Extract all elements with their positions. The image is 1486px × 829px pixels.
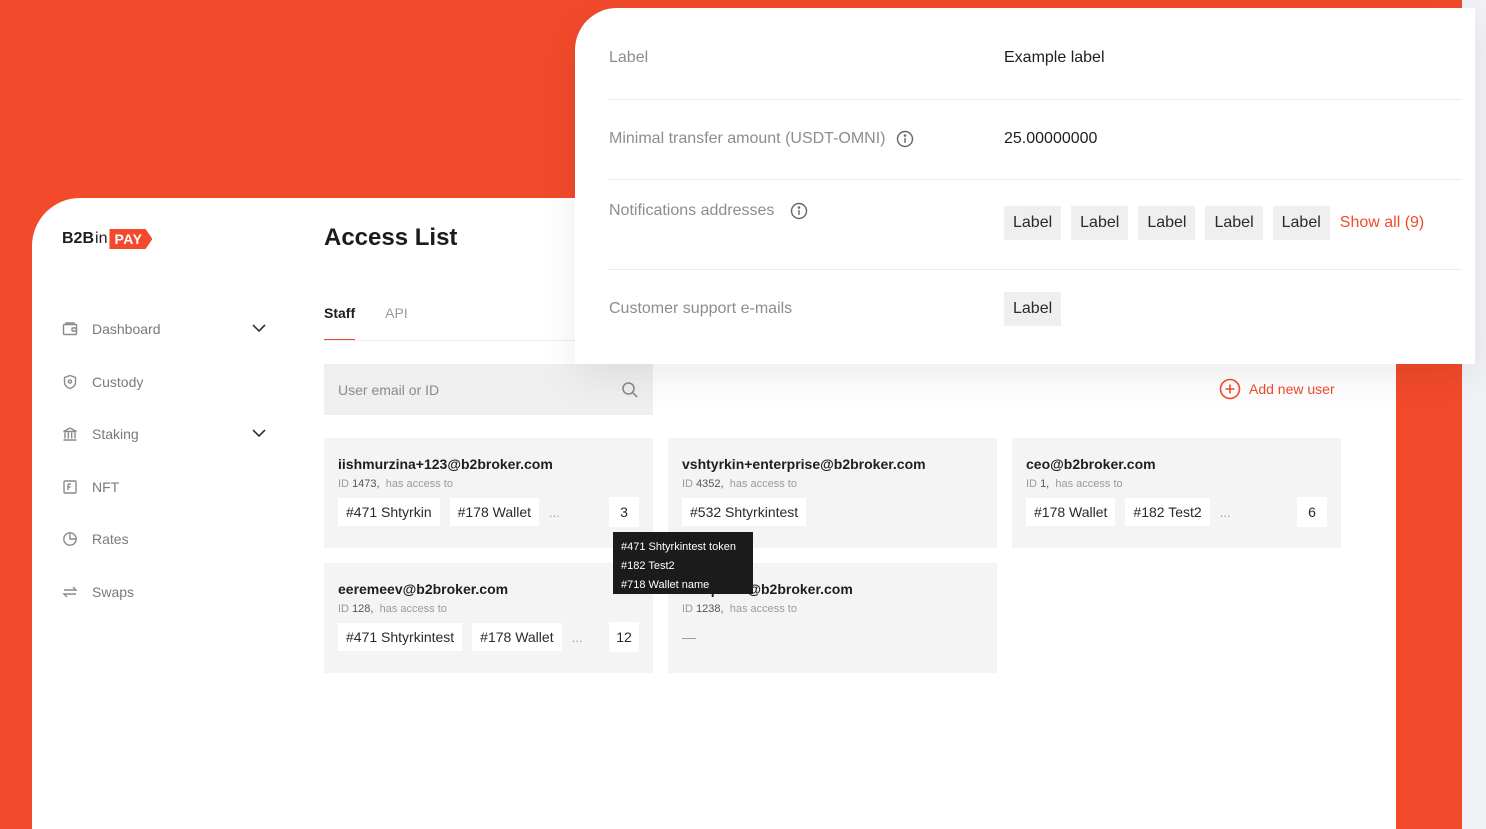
tab-api[interactable]: API (385, 305, 408, 341)
user-email[interactable]: eeremeev@b2broker.com (338, 581, 639, 597)
access-count-badge[interactable]: 3 (609, 497, 639, 527)
wallet-chips: #471 Shtyrkin #178 Wallet ... 3 (338, 497, 639, 527)
user-meta: ID 1238, has access to (682, 603, 797, 615)
tabs-divider (324, 340, 584, 341)
sidebar-item-rates[interactable]: Rates (62, 513, 272, 566)
brand-middle: in (95, 230, 108, 247)
setting-value[interactable]: 25.00000000 (1004, 130, 1097, 148)
info-icon[interactable] (790, 202, 808, 220)
access-count-badge[interactable]: 12 (609, 622, 639, 652)
wallet-chips: — (682, 622, 983, 652)
wallet-chip[interactable]: #178 Wallet (449, 498, 540, 526)
wallet-chip[interactable]: #471 Shtyrkin (338, 498, 440, 526)
setting-row-support-emails: Customer support e-mails Label (609, 270, 1462, 364)
address-chip[interactable]: Label (1272, 206, 1330, 240)
show-all-link[interactable]: Show all (9) (1340, 214, 1424, 232)
tooltip-line: #471 Shtyrkintest token (621, 541, 736, 553)
address-chip[interactable]: Label (1004, 206, 1062, 240)
user-email[interactable]: ceo@b2broker.com (1026, 456, 1327, 472)
sidebar-item-staking[interactable]: Staking (62, 408, 272, 461)
setting-label: Label (609, 49, 649, 66)
swap-icon (62, 584, 78, 600)
search-placeholder: User email or ID (338, 381, 440, 398)
wallet-chips: #178 Wallet #182 Test2 ... 6 (1026, 497, 1327, 527)
search-input[interactable]: User email or ID (324, 364, 653, 415)
pie-chart-icon (62, 531, 78, 547)
access-tooltip: #471 Shtyrkintest token #182 Test2 #718 … (613, 532, 753, 594)
access-count-badge[interactable]: 6 (1297, 497, 1327, 527)
brand-left: B2B (62, 230, 95, 247)
user-meta: ID 1, has access to (1026, 478, 1123, 490)
wallet-chips: #532 Shtyrkintest (682, 497, 983, 527)
sidebar-item-dashboard[interactable]: Dashboard (62, 303, 272, 356)
chevron-down-icon[interactable] (252, 323, 266, 333)
user-card[interactable]: iishmurzina+123@b2broker.com ID 1473, ha… (324, 438, 653, 548)
nft-icon (62, 479, 78, 495)
wallet-chips: #471 Shtyrkintest #178 Wallet ... 12 (338, 622, 639, 652)
notification-address-chips: Label Label Label Label Label Show all (… (1004, 206, 1424, 240)
chevron-down-icon[interactable] (252, 428, 266, 438)
brand-logo[interactable]: B2B in PAY (62, 229, 153, 249)
user-meta: ID 1473, has access to (338, 478, 453, 490)
add-new-user-button[interactable]: Add new user (1219, 378, 1335, 400)
bank-icon (62, 426, 78, 442)
address-chip[interactable]: Label (1071, 206, 1129, 240)
setting-label: Notifications addresses (609, 202, 808, 220)
wallet-chip[interactable]: #178 Wallet (1026, 498, 1116, 526)
sidebar-item-swaps[interactable]: Swaps (62, 566, 272, 619)
wallet-icon (62, 321, 78, 337)
user-card[interactable]: eeremeev@b2broker.com ID 128, has access… (324, 563, 653, 673)
support-email-chips: Label (1004, 292, 1062, 326)
address-chip[interactable]: Label (1205, 206, 1263, 240)
user-email[interactable]: iishmurzina+123@b2broker.com (338, 456, 639, 472)
user-meta: ID 128, has access to (338, 603, 447, 615)
sidebar-item-label: Dashboard (92, 321, 161, 338)
setting-row-notifications: Notifications addresses Label Label Labe… (609, 180, 1462, 270)
tooltip-line: #182 Test2 (621, 560, 675, 572)
sidebar-item-label: Swaps (92, 583, 135, 600)
more-indicator: ... (1219, 504, 1231, 520)
setting-label: Customer support e-mails (609, 300, 793, 317)
sidebar-item-label: Custody (92, 373, 144, 390)
more-indicator: ... (571, 629, 583, 645)
info-icon[interactable] (896, 130, 914, 148)
setting-label: Minimal transfer amount (USDT-OMNI) (609, 130, 914, 148)
sidebar-item-label: Staking (92, 426, 139, 443)
sidebar-item-nft[interactable]: NFT (62, 461, 272, 514)
tooltip-line: #718 Wallet name (621, 579, 710, 591)
setting-value[interactable]: Example label (1004, 49, 1105, 67)
support-email-chip[interactable]: Label (1004, 292, 1062, 326)
sidebar-item-label: NFT (92, 478, 120, 495)
shield-icon (62, 374, 78, 390)
wallet-chip[interactable]: #182 Test2 (1125, 498, 1210, 526)
wallet-chip[interactable]: #178 Wallet (472, 623, 562, 651)
plus-circle-icon (1219, 378, 1241, 400)
tab-bar: Staff API (324, 305, 408, 341)
user-card[interactable]: ceo@b2broker.com ID 1, has access to #17… (1012, 438, 1341, 548)
sidebar-item-custody[interactable]: Custody (62, 356, 272, 409)
setting-row-min-transfer: Minimal transfer amount (USDT-OMNI) 25.0… (609, 100, 1462, 180)
brand-pay-badge: PAY (109, 229, 153, 249)
tab-staff[interactable]: Staff (324, 305, 356, 341)
wallet-chip[interactable]: #532 Shtyrkintest (682, 498, 807, 526)
setting-row-label: Label Example label (609, 8, 1462, 100)
page-title: Access List (324, 224, 458, 251)
user-email[interactable]: vshtyrkin+enterprise@b2broker.com (682, 456, 983, 472)
sidebar-nav: Dashboard Custody Staking NFT Rates Swap… (62, 303, 272, 618)
sidebar-item-label: Rates (92, 531, 129, 548)
address-chip[interactable]: Label (1138, 206, 1196, 240)
user-meta: ID 4352, has access to (682, 478, 797, 490)
search-icon[interactable] (621, 381, 639, 399)
wallet-chip[interactable]: #471 Shtyrkintest (338, 623, 463, 651)
no-access-placeholder: — (682, 629, 696, 645)
more-indicator: ... (549, 504, 560, 520)
settings-panel: Label Example label Minimal transfer amo… (575, 8, 1475, 364)
add-user-label: Add new user (1249, 381, 1335, 397)
